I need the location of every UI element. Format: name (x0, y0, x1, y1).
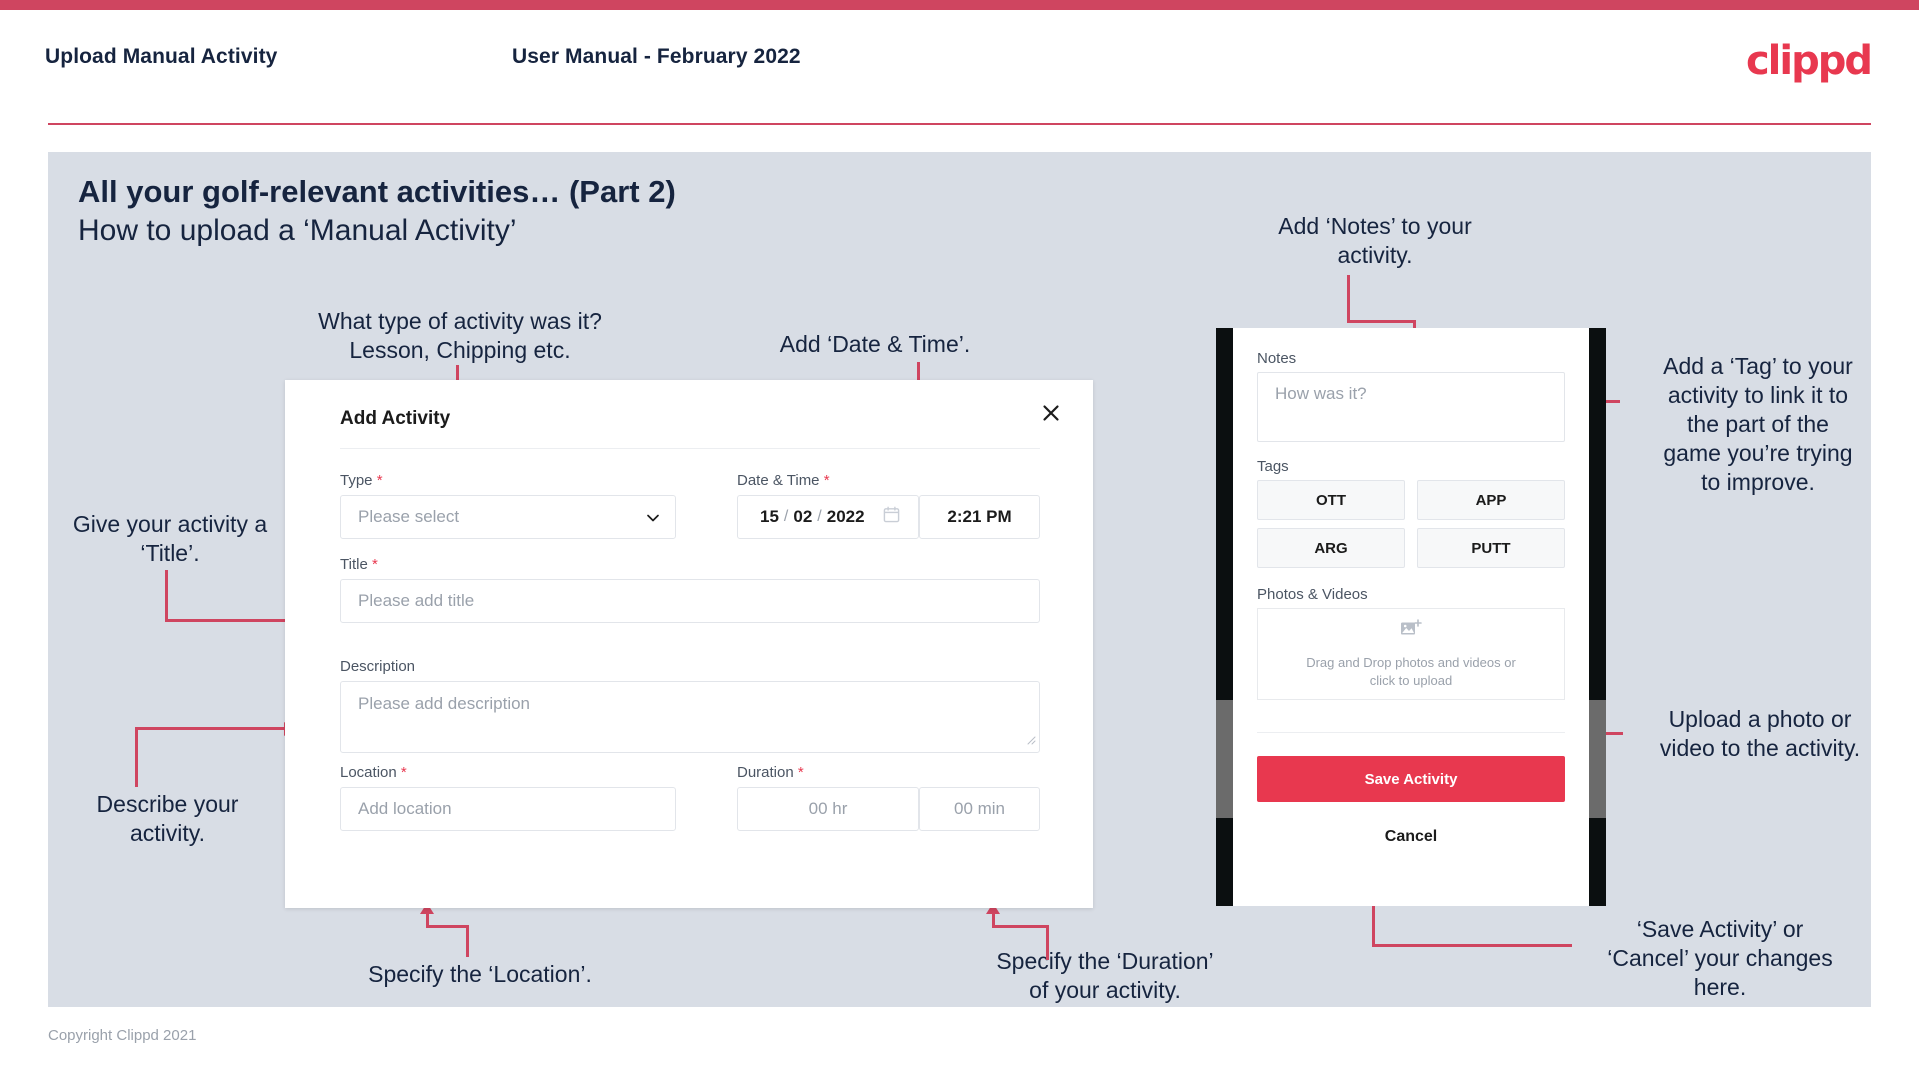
tag-button-arg[interactable]: ARG (1257, 528, 1405, 568)
tags-label: Tags (1257, 458, 1289, 475)
phone-divider (1257, 732, 1565, 733)
leader-loc-h (426, 925, 469, 928)
date-time-label-text: Date & Time (737, 472, 820, 489)
date-sep-2: / (817, 508, 822, 525)
notes-textarea[interactable]: How was it? (1257, 372, 1565, 442)
location-label: Location * (340, 764, 407, 781)
leader-dur-h (992, 925, 1049, 928)
add-activity-dialog: Add Activity Type * Please select Date &… (285, 380, 1093, 908)
cancel-button[interactable]: Cancel (1257, 828, 1565, 846)
type-placeholder: Please select (358, 507, 460, 526)
page-title: Upload Manual Activity (45, 45, 278, 68)
annotation-notes: Add ‘Notes’ to your activity. (1278, 213, 1472, 268)
drop-zone-text: Drag and Drop photos and videos or click… (1306, 654, 1516, 690)
phone-screen: Notes How was it? Tags OTT APP ARG PUTT … (1233, 328, 1589, 906)
dialog-title: Add Activity (340, 408, 451, 429)
leader-notes-h (1347, 320, 1416, 323)
photo-drop-zone[interactable]: Drag and Drop photos and videos or click… (1257, 608, 1565, 700)
tag-button-putt[interactable]: PUTT (1417, 528, 1565, 568)
slide-subtitle: How to upload a ‘Manual Activity’ (78, 214, 517, 247)
leader-title-h (165, 619, 291, 622)
leader-dur-v2 (992, 912, 995, 928)
title-placeholder: Please add title (358, 591, 475, 610)
clippd-logo: clippd (1745, 38, 1873, 84)
leader-loc-v2 (426, 912, 429, 928)
title-label: Title * (340, 556, 378, 573)
description-placeholder: Please add description (358, 694, 531, 713)
duration-minutes-input[interactable]: 00 min (919, 787, 1040, 831)
notes-label: Notes (1257, 350, 1297, 367)
annotation-description: Describe your activity. (96, 791, 239, 846)
date-month: 02 (793, 507, 813, 526)
annotation-duration: Specify the ‘Duration’ of your activity. (996, 948, 1214, 1003)
header-divider (48, 123, 1871, 125)
calendar-icon[interactable] (883, 506, 900, 528)
notes-placeholder: How was it? (1275, 384, 1367, 403)
title-required-marker: * (371, 556, 378, 573)
slide-title: All your golf-relevant activities… (Part… (78, 174, 676, 209)
annotation-tags: Add a ‘Tag’ to your activity to link it … (1663, 353, 1853, 495)
phone-volume-strip-right (1589, 700, 1606, 818)
leader-notes-v1 (1347, 275, 1350, 323)
slide-page: Upload Manual Activity User Manual - Feb… (0, 0, 1919, 1079)
type-required-marker: * (376, 472, 383, 489)
header-subtitle: User Manual - February 2022 (512, 45, 801, 68)
drop-zone-line-2: click to upload (1369, 672, 1453, 688)
drop-zone-line-1: Drag and Drop photos and videos or (1306, 654, 1516, 670)
phone-bezel-left (1216, 328, 1233, 906)
annotation-save-cancel: ‘Save Activity’ or ‘Cancel’ your changes… (1607, 916, 1833, 1000)
photos-label: Photos & Videos (1257, 586, 1368, 603)
tag-button-app[interactable]: APP (1417, 480, 1565, 520)
duration-label-text: Duration (737, 764, 794, 781)
close-icon[interactable] (1041, 402, 1061, 428)
date-year: 2022 (826, 507, 865, 526)
add-image-icon (1400, 618, 1422, 644)
leader-loc-v1 (466, 925, 469, 957)
description-textarea[interactable]: Please add description (340, 681, 1040, 753)
duration-required-marker: * (797, 764, 804, 781)
time-value: 2:21 PM (947, 507, 1012, 526)
description-label: Description (340, 658, 415, 675)
chevron-down-icon (646, 511, 659, 524)
type-label: Type * (340, 472, 383, 489)
title-label-text: Title (340, 556, 368, 573)
copyright-text: Copyright Clippd 2021 (48, 1027, 197, 1044)
phone-mockup: Notes How was it? Tags OTT APP ARG PUTT … (1216, 328, 1606, 906)
top-accent-bar (0, 0, 1919, 10)
time-input[interactable]: 2:21 PM (919, 495, 1040, 539)
resize-handle-icon[interactable] (1026, 732, 1036, 750)
tag-button-ott[interactable]: OTT (1257, 480, 1405, 520)
phone-volume-strip-left (1216, 700, 1233, 818)
description-label-text: Description (340, 658, 416, 675)
dialog-divider (340, 448, 1040, 449)
date-input[interactable]: 15 / 02 / 2022 (737, 495, 919, 539)
location-label-text: Location (340, 764, 397, 781)
leader-title-v (165, 570, 168, 622)
annotation-title: Give your activity a ‘Title’. (72, 511, 268, 566)
date-day: 15 (760, 507, 779, 526)
annotation-date-time: Add ‘Date & Time’. (779, 331, 971, 357)
location-input[interactable]: Add location (340, 787, 676, 831)
annotation-location: Specify the ‘Location’. (368, 961, 592, 987)
duration-minutes-placeholder: 00 min (953, 799, 1006, 818)
location-required-marker: * (400, 764, 407, 781)
location-placeholder: Add location (358, 799, 452, 818)
leader-desc-v (135, 727, 138, 787)
date-time-label: Date & Time * (737, 472, 830, 489)
leader-dur-v1 (1046, 925, 1049, 960)
duration-hours-input[interactable]: 00 hr (737, 787, 919, 831)
leader-save-h (1372, 944, 1572, 947)
phone-bezel-right (1589, 328, 1606, 906)
duration-label: Duration * (737, 764, 804, 781)
save-activity-button[interactable]: Save Activity (1257, 756, 1565, 802)
title-input[interactable]: Please add title (340, 579, 1040, 623)
duration-hours-placeholder: 00 hr (808, 799, 848, 818)
type-label-text: Type (340, 472, 373, 489)
date-sep-1: / (783, 508, 789, 525)
annotation-type: What type of activity was it? Lesson, Ch… (318, 308, 602, 363)
date-time-required-marker: * (823, 472, 830, 489)
type-select[interactable]: Please select (340, 495, 676, 539)
annotation-photos: Upload a photo or video to the activity. (1659, 706, 1861, 761)
leader-desc-h (135, 727, 287, 730)
